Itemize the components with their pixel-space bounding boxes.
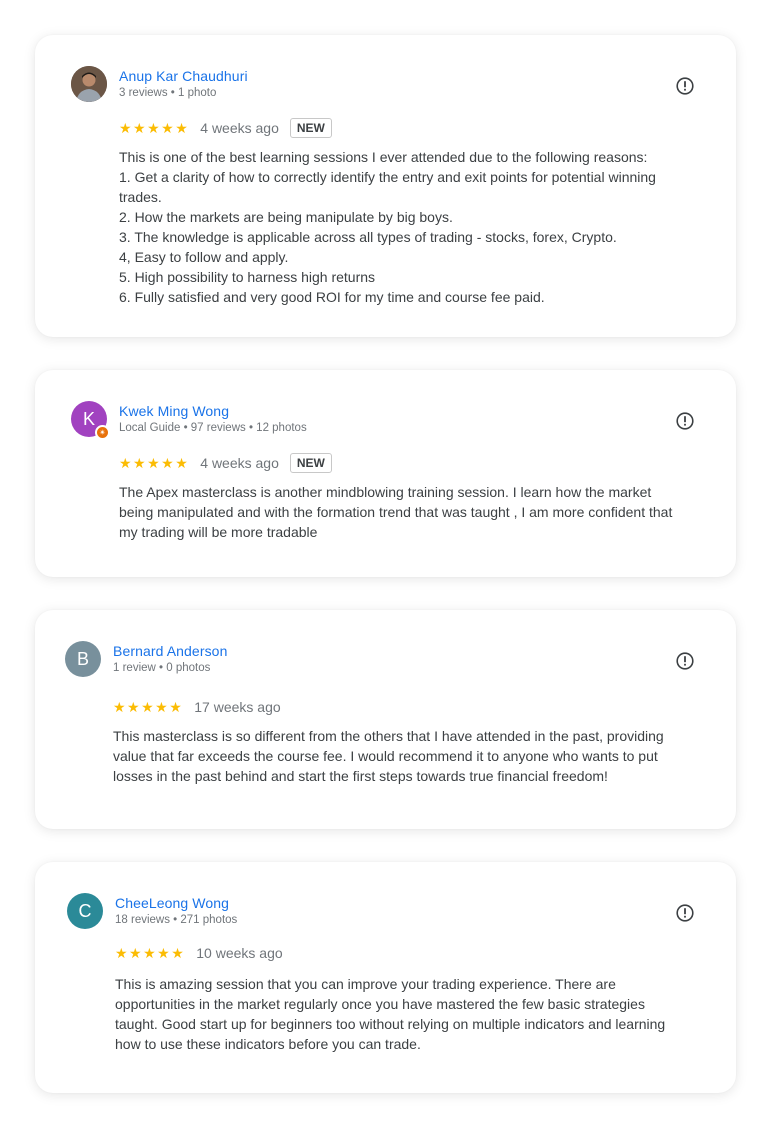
avatar-letter: B bbox=[76, 648, 89, 669]
rating-row: ★★★★★ 17 weeks ago bbox=[113, 696, 281, 718]
star-rating: ★★★★★ bbox=[119, 454, 190, 471]
rating-row: ★★★★★ 4 weeks ago NEW bbox=[119, 452, 332, 474]
person-photo-icon bbox=[71, 66, 107, 102]
rating-row: ★★★★★ 10 weeks ago bbox=[115, 942, 283, 964]
review-text-line: value that far exceeds the course fee. I… bbox=[113, 748, 658, 764]
review-text-line: 5. High possibility to harness high retu… bbox=[119, 269, 376, 285]
reviewer-meta: 3 reviews • 1 photo bbox=[119, 87, 217, 99]
local-guide-badge-icon: ✴ bbox=[95, 425, 110, 440]
star-rating: ★★★★★ bbox=[115, 944, 186, 961]
review-header: Anup Kar Chaudhuri 3 reviews • 1 photo bbox=[71, 66, 700, 106]
reviewer-avatar[interactable] bbox=[71, 66, 107, 102]
review-text-line: This is one of the best learning session… bbox=[119, 149, 648, 165]
review-header: B Bernard Anderson 1 review • 0 photos bbox=[65, 641, 700, 681]
review-date: 10 weeks ago bbox=[196, 945, 283, 961]
review-text-line: 2. How the markets are being manipulate … bbox=[119, 209, 453, 225]
review-date: 17 weeks ago bbox=[194, 699, 281, 715]
new-badge: NEW bbox=[289, 118, 332, 138]
review-text: The Apex masterclass is another mindblow… bbox=[119, 482, 706, 542]
reviewer-avatar[interactable]: C bbox=[67, 893, 103, 929]
review-text-line: 4, Easy to follow and apply. bbox=[119, 249, 289, 265]
review-text-line: 3. The knowledge is applicable across al… bbox=[119, 229, 617, 245]
reviewer-avatar[interactable]: B bbox=[65, 641, 101, 677]
review-date: 4 weeks ago bbox=[200, 455, 279, 471]
review-text: This is one of the best learning session… bbox=[119, 147, 706, 307]
review-text-line: opportunities in the market regularly on… bbox=[115, 996, 645, 1012]
report-flag-icon[interactable] bbox=[676, 904, 694, 922]
reviewer-meta: 18 reviews • 271 photos bbox=[115, 914, 238, 926]
review-text-line: This is amazing session that you can imp… bbox=[115, 976, 616, 992]
reviewer-name[interactable]: CheeLeong Wong bbox=[115, 895, 229, 911]
review-card: K ✴ Kwek Ming Wong Local Guide • 97 revi… bbox=[35, 370, 736, 577]
avatar-letter: C bbox=[78, 900, 92, 921]
reviewer-meta: Local Guide • 97 reviews • 12 photos bbox=[119, 422, 307, 434]
reviewer-meta: 1 review • 0 photos bbox=[113, 662, 211, 674]
review-text: This is amazing session that you can imp… bbox=[115, 974, 706, 1054]
report-flag-icon[interactable] bbox=[676, 77, 694, 95]
avatar-letter: K bbox=[82, 408, 95, 429]
review-text-line: 1. Get a clarity of how to correctly ide… bbox=[119, 169, 656, 185]
review-text-line: being manipulated and with the formation… bbox=[119, 504, 673, 520]
review-card: Anup Kar Chaudhuri 3 reviews • 1 photo ★… bbox=[35, 35, 736, 337]
review-text-line: 6. Fully satisfied and very good ROI for… bbox=[119, 289, 545, 305]
new-badge: NEW bbox=[289, 453, 332, 473]
reviewer-avatar[interactable]: K ✴ bbox=[71, 401, 110, 440]
report-flag-icon[interactable] bbox=[676, 412, 694, 430]
review-text-line: The Apex masterclass is another mindblow… bbox=[119, 484, 652, 500]
review-card: B Bernard Anderson 1 review • 0 photos ★… bbox=[35, 610, 736, 829]
review-text-line: losses in the past behind and start the … bbox=[113, 768, 608, 784]
review-text-line: trades. bbox=[119, 189, 162, 205]
reviewer-name[interactable]: Kwek Ming Wong bbox=[119, 403, 229, 419]
review-text-line: This masterclass is so different from th… bbox=[113, 728, 664, 744]
review-card: C CheeLeong Wong 18 reviews • 271 photos… bbox=[35, 862, 736, 1093]
report-flag-icon[interactable] bbox=[676, 652, 694, 670]
star-rating: ★★★★★ bbox=[119, 119, 190, 136]
review-text-line: taught. Good start up for beginners too … bbox=[115, 1016, 666, 1032]
review-text-line: my trading will be more tradable bbox=[119, 524, 318, 540]
review-text-line: how to use these indicators before you c… bbox=[115, 1036, 421, 1052]
review-header: C CheeLeong Wong 18 reviews • 271 photos bbox=[67, 893, 700, 933]
review-header: K ✴ Kwek Ming Wong Local Guide • 97 revi… bbox=[71, 401, 700, 441]
review-text: This masterclass is so different from th… bbox=[113, 726, 706, 786]
reviewer-name[interactable]: Anup Kar Chaudhuri bbox=[119, 68, 248, 84]
reviewer-name[interactable]: Bernard Anderson bbox=[113, 643, 227, 659]
review-date: 4 weeks ago bbox=[200, 120, 279, 136]
rating-row: ★★★★★ 4 weeks ago NEW bbox=[119, 117, 332, 139]
star-rating: ★★★★★ bbox=[113, 698, 184, 715]
